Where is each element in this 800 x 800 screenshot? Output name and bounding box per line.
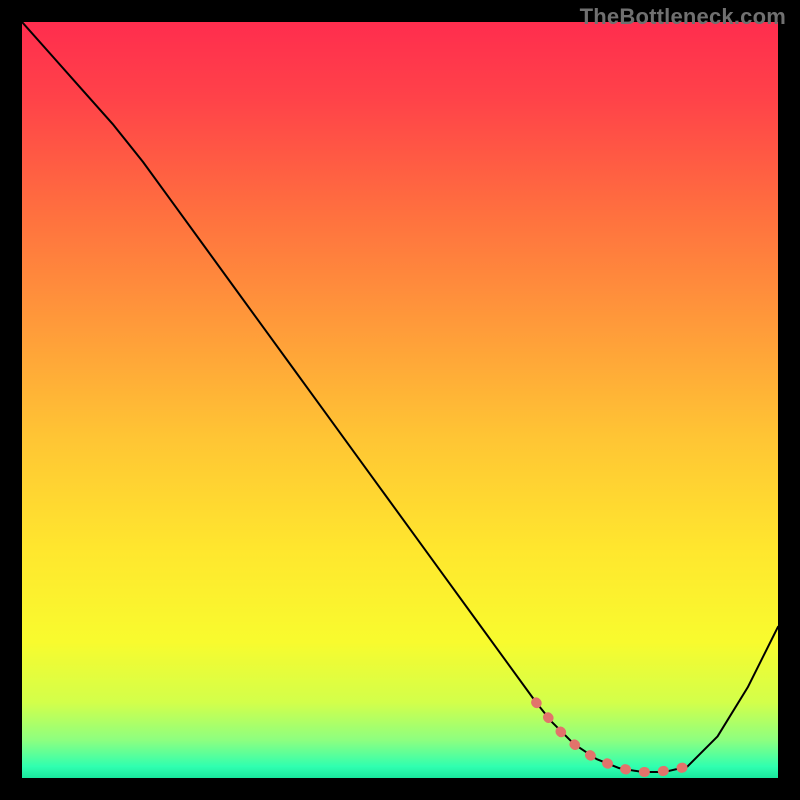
watermark-text: TheBottleneck.com — [580, 4, 786, 30]
gradient-background — [22, 22, 778, 778]
bottleneck-curve-chart — [22, 22, 778, 778]
plot-area — [22, 22, 778, 778]
chart-frame: TheBottleneck.com — [0, 0, 800, 800]
